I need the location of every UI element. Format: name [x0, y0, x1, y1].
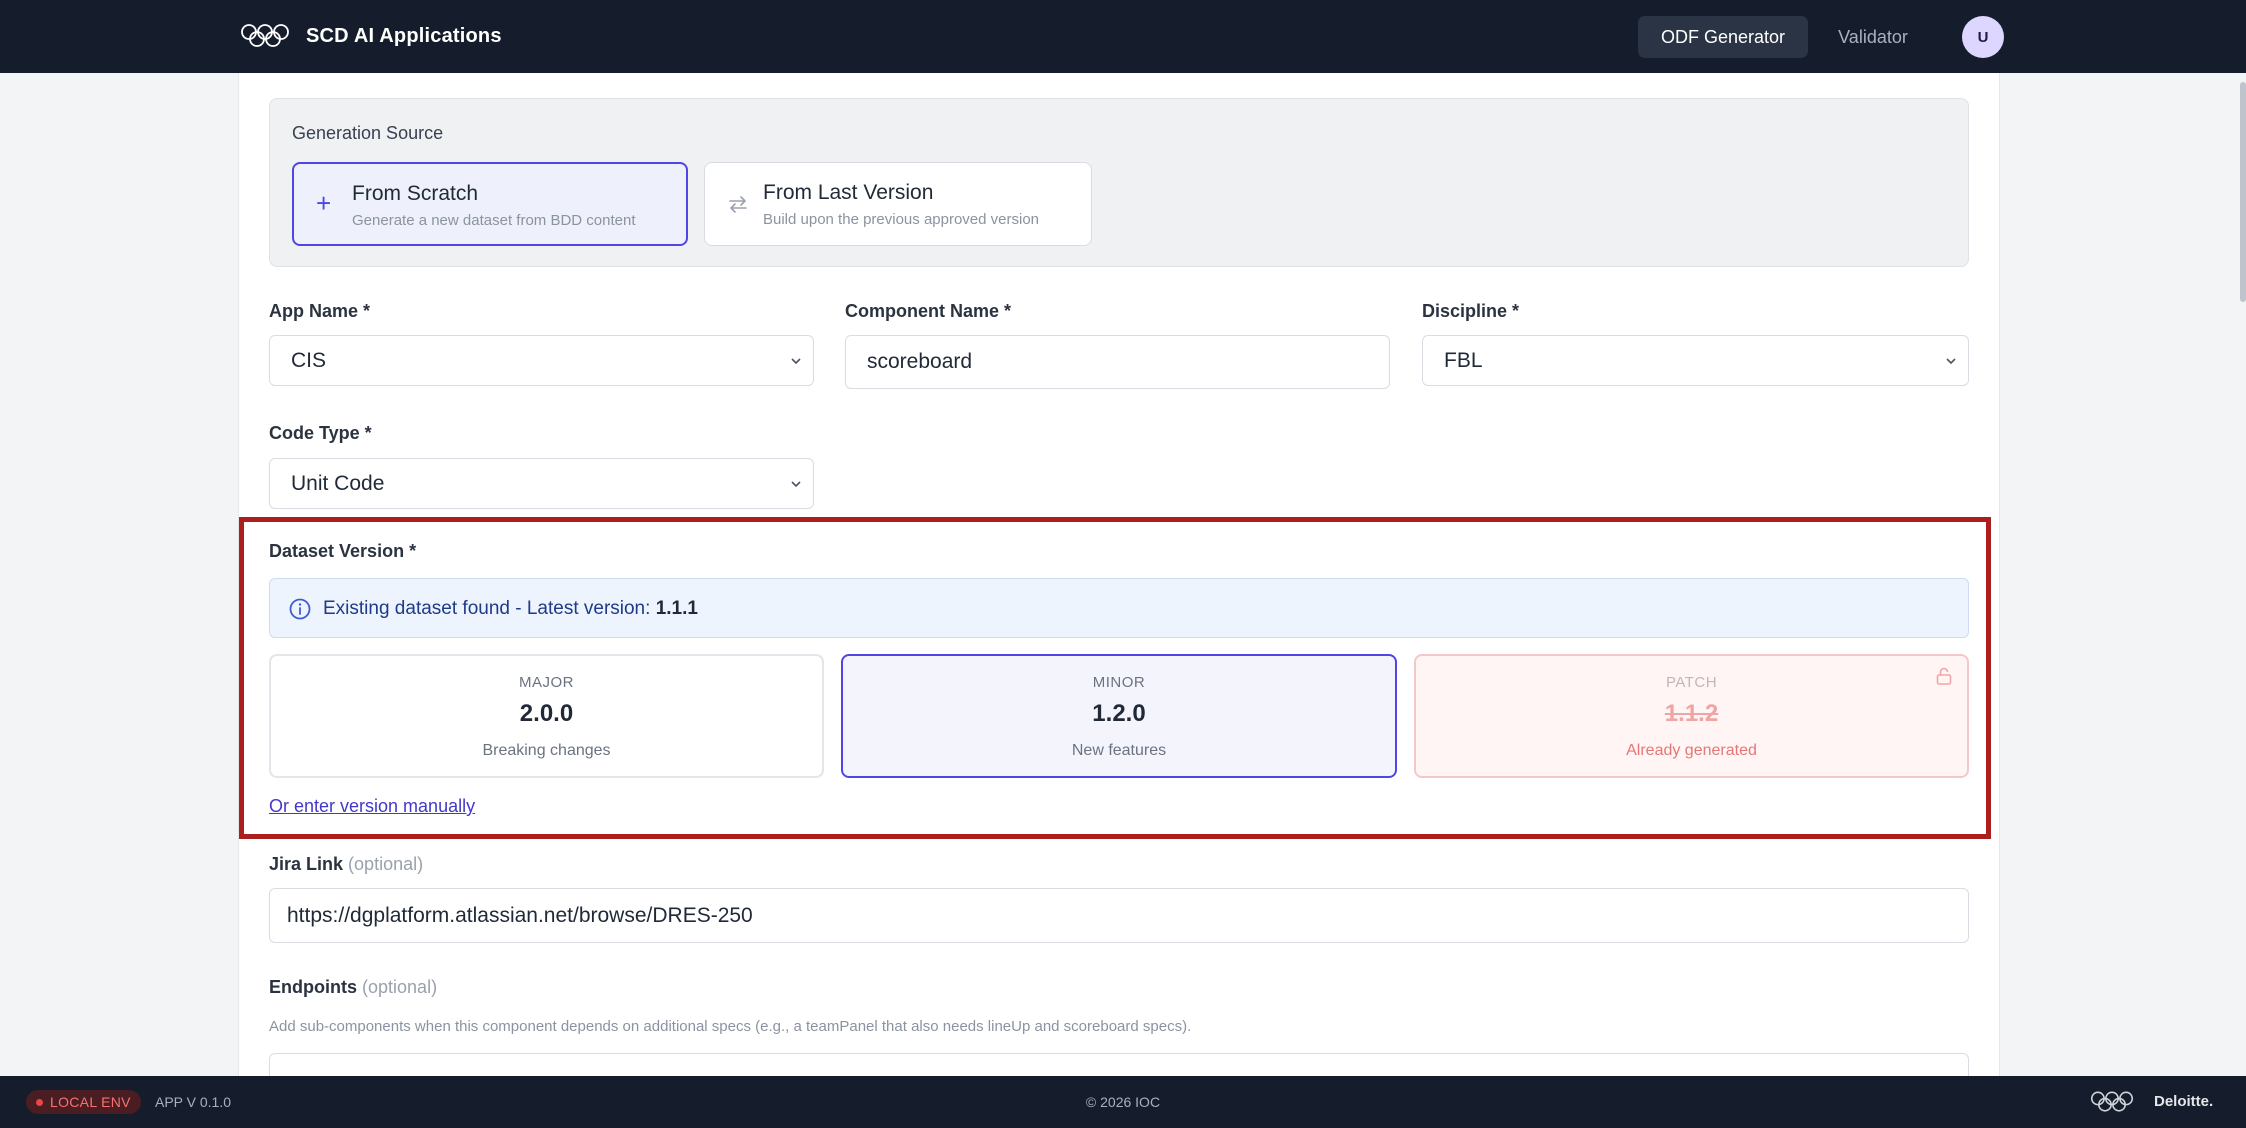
source-option-title: From Scratch [352, 182, 479, 205]
app-name-value: CIS [291, 348, 327, 372]
component-name-value: scoreboard [867, 350, 973, 373]
brand[interactable]: SCD AI Applications [240, 22, 502, 50]
version-number: 2.0.0 [519, 700, 574, 727]
code-type-select[interactable]: Unit Code [269, 458, 814, 509]
component-name-label: Component Name * [845, 301, 1012, 321]
version-description: New features [1071, 742, 1167, 759]
generation-source-label: Generation Source [292, 123, 444, 143]
source-option-subtitle: Generate a new dataset from BDD content [352, 212, 636, 229]
discipline-select[interactable]: FBL [1422, 335, 1969, 386]
dataset-version-label: Dataset Version * [269, 541, 417, 561]
version-kind: PATCH [1665, 674, 1718, 691]
generation-source-panel: Generation Source + From Scratch Generat… [269, 98, 1969, 267]
partner-logo: Deloitte. [2154, 1093, 2214, 1110]
app-name-label: App Name * [269, 301, 371, 321]
chevron-down-icon [791, 358, 801, 365]
discipline-value: FBL [1444, 348, 1483, 372]
olympic-rings-icon [2090, 1091, 2134, 1112]
optional-hint: (optional) [348, 854, 424, 874]
form-card: Generation Source + From Scratch Generat… [238, 73, 2000, 1076]
swap-arrows-icon [729, 196, 747, 213]
optional-hint: (optional) [362, 977, 438, 997]
olympic-rings-icon [241, 24, 289, 47]
endpoints-label: Endpoints (optional) [269, 977, 438, 997]
chevron-down-icon [791, 481, 801, 488]
chevron-down-icon [1946, 358, 1956, 365]
version-number: 1.1.2 [1664, 700, 1719, 727]
version-kind: MINOR [1092, 674, 1146, 691]
version-option-minor[interactable]: MINOR 1.2.0 New features [841, 654, 1397, 778]
version-description: Already generated [1626, 742, 1757, 759]
jira-link-input[interactable]: https://dgplatform.atlassian.net/browse/… [269, 888, 1969, 943]
nav-odf-generator[interactable]: ODF Generator [1638, 16, 1808, 58]
source-option-title: From Last Version [763, 181, 934, 204]
endpoints-help-text: Add sub-components when this component d… [269, 1018, 1192, 1035]
source-option-subtitle: Build upon the previous approved version [763, 211, 1040, 228]
endpoints-input[interactable] [269, 1053, 1969, 1076]
version-description: Breaking changes [482, 742, 611, 759]
discipline-label: Discipline * [1422, 301, 1520, 321]
jira-link-label: Jira Link (optional) [269, 854, 424, 874]
top-navigation-bar: SCD AI Applications ODF Generator Valida… [0, 0, 2246, 73]
version-kind: MAJOR [519, 674, 574, 691]
copyright: © 2026 IOC [1085, 1094, 1161, 1110]
version-option-patch: PATCH 1.1.2 Already generated [1414, 654, 1969, 778]
existing-dataset-alert: Existing dataset found - Latest version:… [269, 578, 1969, 638]
user-avatar[interactable]: U [1962, 16, 2004, 58]
code-type-label: Code Type * [269, 423, 372, 443]
source-option-from-scratch[interactable]: + From Scratch Generate a new dataset fr… [292, 162, 688, 246]
page-scrollbar[interactable] [2240, 82, 2246, 302]
app-name-select[interactable]: CIS [269, 335, 814, 386]
version-option-major[interactable]: MAJOR 2.0.0 Breaking changes [269, 654, 824, 778]
version-number: 1.2.0 [1092, 700, 1146, 727]
component-name-input[interactable]: scoreboard [845, 335, 1390, 389]
app-title: SCD AI Applications [306, 24, 502, 47]
latest-version: 1.1.1 [655, 598, 698, 619]
jira-link-value: https://dgplatform.atlassian.net/browse/… [287, 903, 753, 927]
nav-validator[interactable]: Validator [1830, 16, 1916, 58]
source-option-from-last-version[interactable]: From Last Version Build upon the previou… [704, 162, 1092, 246]
existing-dataset-text: Existing dataset found - Latest version:… [323, 598, 698, 619]
plus-icon: + [316, 188, 332, 218]
code-type-value: Unit Code [291, 471, 385, 495]
info-icon [289, 598, 311, 620]
footer: LOCAL ENV APP V 0.1.0 © 2026 IOC Deloitt… [0, 1076, 2246, 1128]
enter-version-manually-link[interactable]: Or enter version manually [269, 796, 475, 817]
